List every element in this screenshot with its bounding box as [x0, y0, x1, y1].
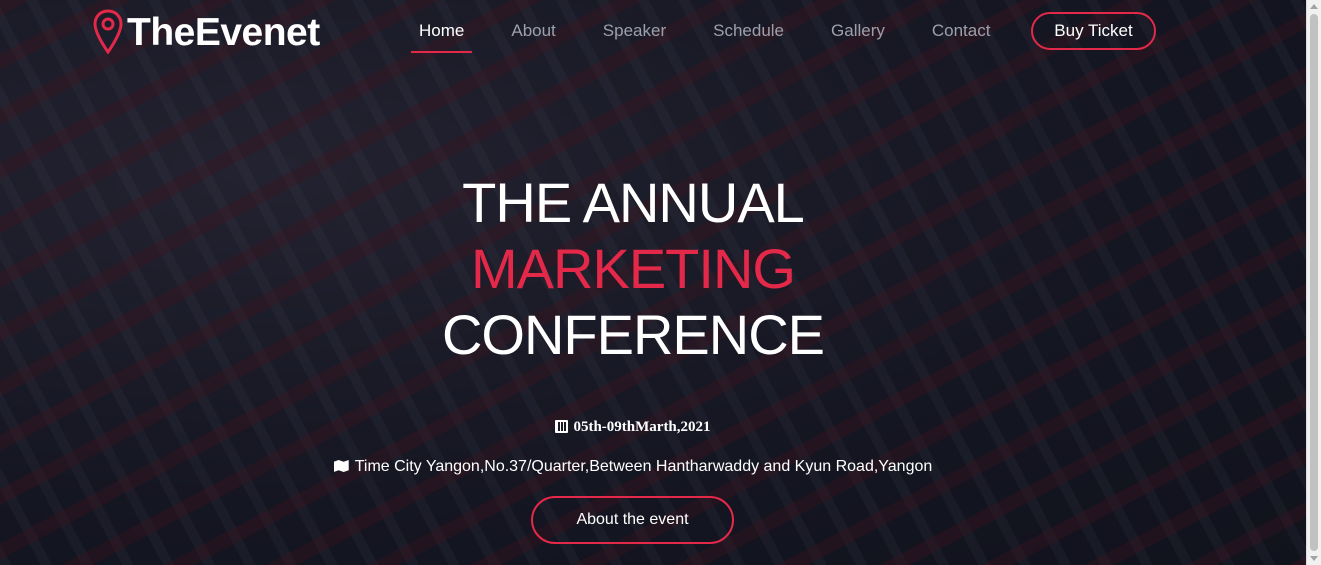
nav-schedule[interactable]: Schedule [703, 21, 794, 53]
about-event-button[interactable]: About the event [531, 496, 734, 544]
nav-contact[interactable]: Contact [922, 21, 1001, 53]
scroll-up-icon[interactable] [1310, 4, 1318, 9]
nav-about[interactable]: About [501, 21, 565, 53]
logo[interactable]: TheEvenet [92, 8, 320, 58]
nav-home[interactable]: Home [409, 21, 474, 53]
hero-title-line2: MARKETING [471, 237, 796, 300]
event-date-text: 05th-09thMarth,2021 [573, 419, 711, 435]
buy-ticket-button[interactable]: Buy Ticket [1031, 12, 1156, 50]
map-icon [333, 460, 349, 472]
vertical-scrollbar[interactable] [1306, 0, 1321, 565]
event-date: 05th-09thMarth,2021 [0, 419, 1266, 436]
hero-title-line1: THE ANNUAL [462, 171, 805, 234]
scroll-down-icon[interactable] [1310, 556, 1318, 561]
event-location: Time City Yangon,No.37/Quarter,Between H… [0, 458, 1266, 476]
calendar-icon [555, 420, 569, 433]
logo-text: TheEvenet [127, 11, 320, 54]
event-location-text: Time City Yangon,No.37/Quarter,Between H… [354, 458, 933, 475]
scrollbar-thumb[interactable] [1310, 14, 1318, 551]
main-nav: Home About Speaker Schedule Gallery Cont… [409, 21, 1027, 53]
location-pin-icon [93, 9, 123, 55]
nav-speaker[interactable]: Speaker [593, 21, 676, 53]
nav-gallery[interactable]: Gallery [821, 21, 895, 53]
hero-title-line3: CONFERENCE [441, 303, 825, 366]
